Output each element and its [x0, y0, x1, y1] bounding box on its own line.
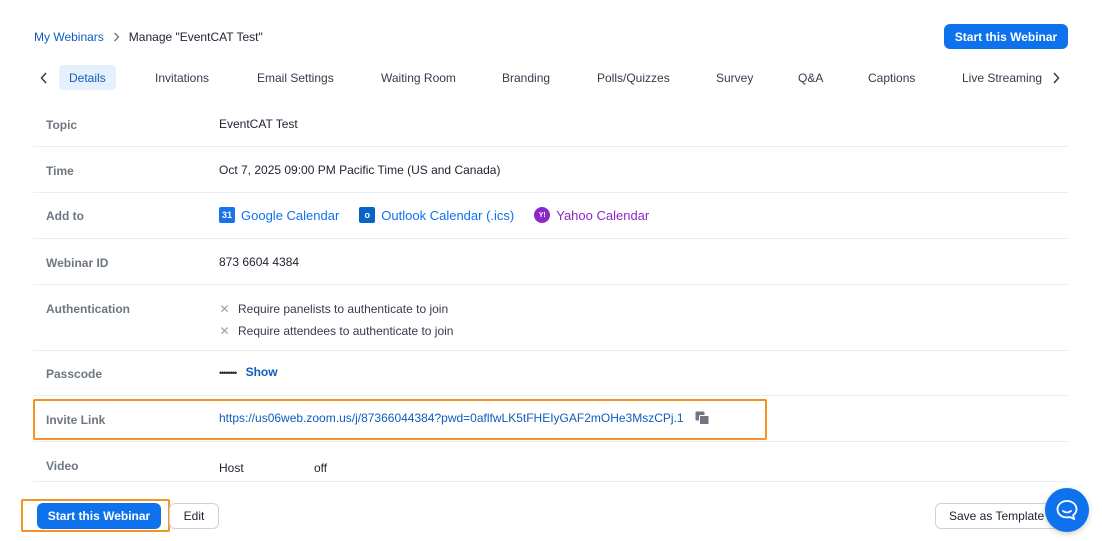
- chevron-right-icon: [113, 32, 120, 42]
- google-calendar-link[interactable]: 31 Google Calendar: [219, 207, 339, 223]
- tab-email-settings[interactable]: Email Settings: [257, 65, 334, 90]
- auth-panelists: ✕ Require panelists to authenticate to j…: [219, 302, 453, 316]
- webinar-id-label: Webinar ID: [46, 256, 109, 270]
- tab-details[interactable]: Details: [59, 65, 116, 90]
- invite-link-label: Invite Link: [46, 413, 106, 427]
- webinar-id-value: 873 6604 4384: [219, 255, 300, 269]
- tab-qa[interactable]: Q&A: [798, 65, 823, 90]
- topic-value: EventCAT Test: [219, 117, 298, 131]
- webinar-details-table: Topic EventCAT Test Time Oct 7, 2025 09:…: [33, 101, 1068, 482]
- authentication-label: Authentication: [46, 302, 130, 316]
- invite-link-url[interactable]: https://us06web.zoom.us/j/87366044384?pw…: [219, 411, 684, 425]
- yahoo-calendar-link[interactable]: Y! Yahoo Calendar: [534, 207, 649, 223]
- tab-bar: Details Invitations Email Settings Waiti…: [34, 64, 1068, 91]
- tab-polls-quizzes[interactable]: Polls/Quizzes: [597, 65, 670, 90]
- tab-waiting-room[interactable]: Waiting Room: [381, 65, 456, 90]
- chat-support-button[interactable]: [1045, 488, 1089, 532]
- x-icon: ✕: [219, 324, 230, 338]
- tab-live-streaming[interactable]: Live Streaming: [962, 65, 1044, 90]
- row-topic: Topic EventCAT Test: [33, 101, 1068, 147]
- x-icon: ✕: [219, 302, 230, 316]
- auth-attendees-text: Require attendees to authenticate to joi…: [238, 324, 454, 338]
- google-calendar-label: Google Calendar: [241, 207, 340, 223]
- time-value: Oct 7, 2025 09:00 PM Pacific Time (US an…: [219, 163, 501, 177]
- video-host-value: off: [314, 461, 328, 475]
- breadcrumb-current: Manage "EventCAT Test": [128, 30, 263, 44]
- passcode-label: Passcode: [46, 367, 103, 381]
- start-webinar-button-top[interactable]: Start this Webinar: [944, 24, 1068, 49]
- tab-captions[interactable]: Captions: [868, 65, 915, 90]
- chat-icon: [1056, 500, 1078, 520]
- breadcrumb-my-webinars-link[interactable]: My Webinars: [34, 30, 104, 44]
- copy-icon[interactable]: [695, 411, 710, 425]
- save-as-template-button[interactable]: Save as Template: [935, 503, 1059, 529]
- yahoo-calendar-label: Yahoo Calendar: [556, 207, 650, 223]
- row-video: Video Host off: [33, 442, 1068, 482]
- row-invite-link: Invite Link https://us06web.zoom.us/j/87…: [33, 396, 1068, 442]
- video-host-label: Host: [219, 461, 244, 475]
- google-calendar-icon: 31: [219, 207, 235, 223]
- row-add-to: Add to 31 Google Calendar o Outlook Cale…: [33, 193, 1068, 239]
- outlook-calendar-link[interactable]: o Outlook Calendar (.ics): [359, 207, 514, 223]
- auth-attendees: ✕ Require attendees to authenticate to j…: [219, 324, 453, 338]
- video-label: Video: [46, 459, 79, 473]
- passcode-value: •••••••• Show: [219, 365, 278, 379]
- yahoo-calendar-icon: Y!: [534, 207, 551, 223]
- row-time: Time Oct 7, 2025 09:00 PM Pacific Time (…: [33, 147, 1068, 193]
- time-label: Time: [46, 164, 74, 178]
- tab-invitations[interactable]: Invitations: [155, 65, 209, 90]
- outlook-calendar-icon: o: [359, 207, 376, 223]
- tab-scroll-right-icon[interactable]: [1048, 64, 1064, 91]
- passcode-masked: ••••••••: [219, 368, 237, 378]
- breadcrumb: My Webinars Manage "EventCAT Test": [34, 30, 263, 44]
- row-passcode: Passcode •••••••• Show: [33, 351, 1068, 396]
- row-authentication: Authentication ✕ Require panelists to au…: [33, 285, 1068, 351]
- outlook-calendar-label: Outlook Calendar (.ics): [381, 207, 515, 223]
- row-webinar-id: Webinar ID 873 6604 4384: [33, 239, 1068, 285]
- tab-scroll-left-icon[interactable]: [36, 64, 52, 91]
- edit-button[interactable]: Edit: [169, 503, 219, 529]
- authentication-values: ✕ Require panelists to authenticate to j…: [219, 302, 453, 338]
- add-to-label: Add to: [46, 209, 84, 223]
- start-webinar-button-bottom[interactable]: Start this Webinar: [37, 503, 161, 529]
- tab-branding[interactable]: Branding: [502, 65, 550, 90]
- tab-survey[interactable]: Survey: [716, 65, 753, 90]
- topic-label: Topic: [46, 118, 78, 132]
- calendar-links: 31 Google Calendar o Outlook Calendar (.…: [219, 207, 669, 223]
- invite-link-value: https://us06web.zoom.us/j/87366044384?pw…: [219, 411, 710, 425]
- show-passcode-link[interactable]: Show: [246, 365, 278, 379]
- auth-panelists-text: Require panelists to authenticate to joi…: [238, 302, 449, 316]
